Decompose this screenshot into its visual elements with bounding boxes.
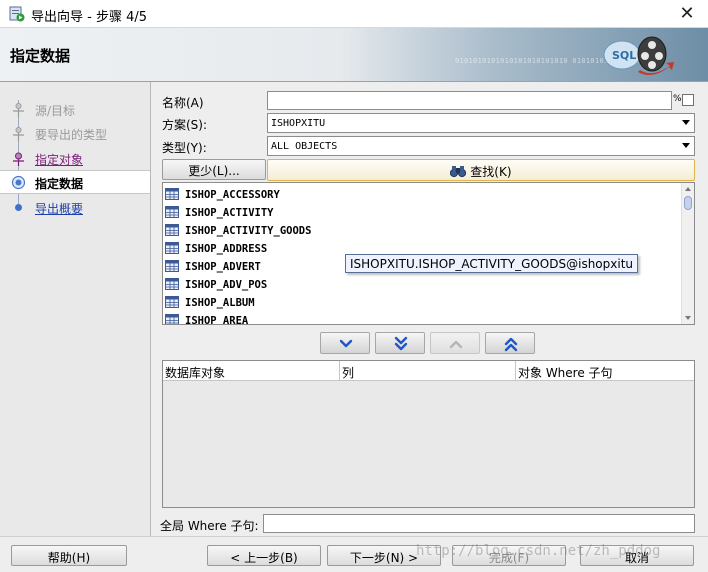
logo-text: SQL <box>612 49 636 62</box>
global-where-label: 全局 Where 子句: <box>160 519 259 533</box>
name-input[interactable] <box>267 91 672 110</box>
scroll-thumb[interactable] <box>684 196 692 210</box>
type-label: 类型(Y): <box>162 141 207 155</box>
step-done-icon <box>13 103 24 117</box>
table-icon <box>165 188 179 200</box>
schema-select[interactable]: ISHOPXITU <box>267 113 695 133</box>
table-icon <box>165 314 179 324</box>
double-chevron-down-icon <box>394 336 408 351</box>
table-icon <box>165 296 179 308</box>
schema-selected-value: ISHOPXITU <box>271 118 326 129</box>
wizard-header: 指定数据 0101010101010101010101010 010101010… <box>0 28 708 82</box>
table-icon <box>165 224 179 236</box>
table-icon <box>165 242 179 254</box>
table-icon <box>165 206 179 218</box>
table-header: 数据库对象 列 对象 Where 子句 <box>163 361 694 381</box>
sql-export-logo-icon: SQL <box>603 36 674 76</box>
double-chevron-up-icon <box>504 337 518 352</box>
help-button[interactable]: 帮助(H) <box>11 545 127 566</box>
name-wildcard-suffix: % <box>673 94 682 104</box>
table-icon <box>165 260 179 272</box>
page-title: 指定数据 <box>10 47 71 65</box>
footer-divider <box>0 536 708 537</box>
close-button[interactable]: ✕ <box>676 3 698 25</box>
step-export-summary[interactable]: 导出概要 <box>0 196 150 218</box>
steps-panel: 源/目标 要导出的类型 指定对象 指定数据 导出概要 <box>0 82 151 536</box>
type-select[interactable]: ALL OBJECTS <box>267 136 695 156</box>
schema-label: 方案(S): <box>162 118 208 132</box>
step-done-icon <box>13 127 24 141</box>
title-bar: 导出向导 - 步骤 4/5 ✕ <box>0 0 708 28</box>
chevron-down-icon <box>682 120 690 125</box>
scroll-down-icon[interactable] <box>685 316 691 320</box>
selected-objects-table[interactable]: 数据库对象 列 对象 Where 子句 <box>162 360 695 508</box>
chevron-down-icon <box>682 143 690 148</box>
app-export-icon <box>9 6 25 22</box>
binoculars-icon <box>450 166 467 178</box>
chevron-down-icon <box>339 339 353 348</box>
back-button[interactable]: < 上一步(B) <box>207 545 321 566</box>
column-header-where[interactable]: 对象 Where 子句 <box>516 361 694 381</box>
next-button[interactable]: 下一步(N) > <box>327 545 441 566</box>
step-source-target: 源/目标 <box>0 98 150 120</box>
object-list-scrollbar[interactable] <box>681 183 694 324</box>
name-wildcard-checkbox[interactable] <box>682 94 694 106</box>
step-pending-icon <box>15 204 22 211</box>
finish-button[interactable]: 完成(F) <box>452 545 566 566</box>
step-export-types: 要导出的类型 <box>0 122 150 144</box>
scroll-up-icon[interactable] <box>685 187 691 191</box>
chevron-up-icon <box>449 340 463 349</box>
find-button-label: 查找(K) <box>470 165 512 179</box>
column-header-db-object[interactable]: 数据库对象 <box>163 361 340 381</box>
step-visited-icon <box>13 152 24 166</box>
table-icon <box>165 278 179 290</box>
find-button[interactable]: 查找(K) <box>267 159 695 181</box>
add-all-button[interactable] <box>375 332 425 354</box>
name-label: 名称(A) <box>162 96 204 110</box>
cancel-button[interactable]: 取消 <box>580 545 694 566</box>
column-header-columns[interactable]: 列 <box>340 361 516 381</box>
less-options-button[interactable]: 更少(L)... <box>162 159 266 180</box>
window-title: 导出向导 - 步骤 4/5 <box>31 10 148 25</box>
global-where-input[interactable] <box>263 514 695 533</box>
close-icon: ✕ <box>679 3 695 24</box>
remove-selected-button[interactable] <box>430 332 480 354</box>
object-tooltip: ISHOPXITU.ISHOP_ACTIVITY_GOODS@ishopxitu <box>345 254 639 273</box>
remove-all-button[interactable] <box>485 332 535 354</box>
step-specify-data[interactable]: 指定数据 <box>0 170 150 194</box>
step-specify-objects[interactable]: 指定对象 <box>0 147 150 169</box>
type-selected-value: ALL OBJECTS <box>271 141 338 152</box>
add-selected-button[interactable] <box>320 332 370 354</box>
step-current-icon <box>11 175 26 190</box>
